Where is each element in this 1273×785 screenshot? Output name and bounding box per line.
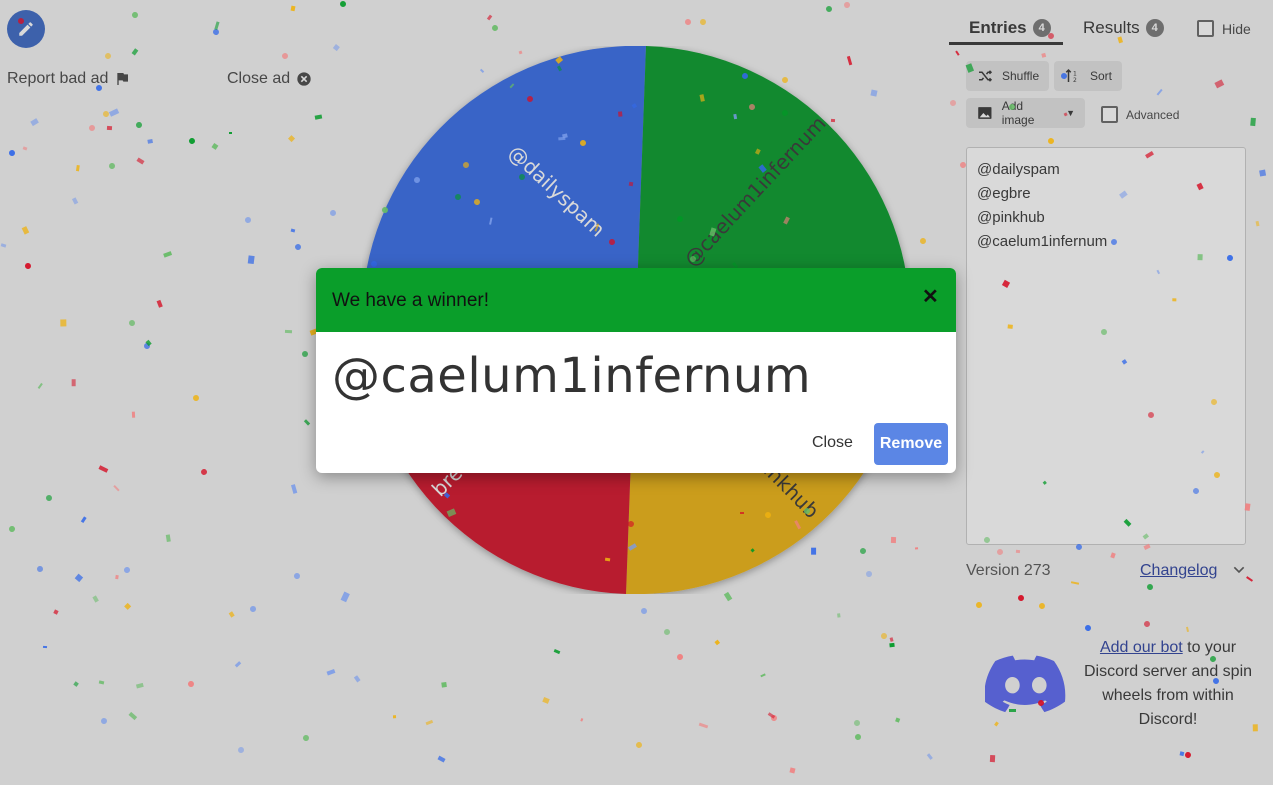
close-icon[interactable]: ✕ (922, 284, 939, 309)
dialog-title: We have a winner! (332, 290, 490, 311)
winner-dialog: We have a winner! ✕ @caelum1infernum Clo… (316, 268, 956, 473)
close-button[interactable]: Close (802, 428, 863, 458)
winner-name: @caelum1infernum (332, 348, 812, 404)
remove-button[interactable]: Remove (874, 423, 948, 465)
